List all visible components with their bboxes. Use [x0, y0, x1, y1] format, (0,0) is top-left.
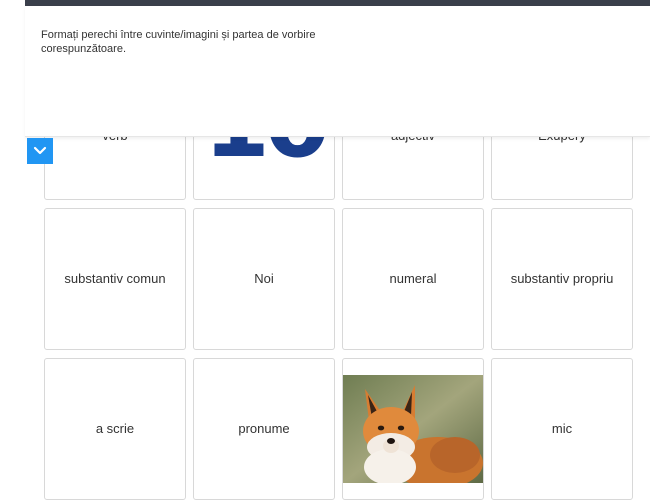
card-a-scrie[interactable]: a scrie: [44, 358, 186, 500]
card-label: pronume: [238, 421, 290, 436]
card-numeral[interactable]: numeral: [342, 208, 484, 350]
card-label: mic: [551, 421, 573, 436]
instruction-panel: Formați perechi între cuvinte/imagini și…: [25, 6, 650, 137]
instruction-text: Formați perechi între cuvinte/imagini și…: [41, 29, 316, 55]
card-label: a scrie: [95, 421, 135, 436]
fox-illustration: [343, 375, 483, 483]
card-substantiv-comun[interactable]: substantiv comun: [44, 208, 186, 350]
chevron-down-icon: [33, 146, 47, 155]
card-label: substantiv comun: [64, 271, 166, 286]
card-mic[interactable]: mic: [491, 358, 633, 500]
card-substantiv-propriu[interactable]: substantiv propriu: [491, 208, 633, 350]
card-label: substantiv propriu: [510, 271, 614, 286]
card-label: numeral: [389, 271, 437, 286]
matching-activity-page: verb 10 adjectiv Exupéry substantiv comu…: [0, 0, 650, 503]
fox-image: [343, 375, 483, 483]
card-noi[interactable]: Noi: [193, 208, 335, 350]
collapse-instructions-button[interactable]: [27, 138, 53, 164]
card-fox-image[interactable]: [342, 358, 484, 500]
card-label: Noi: [254, 271, 274, 286]
card-pronume[interactable]: pronume: [193, 358, 335, 500]
